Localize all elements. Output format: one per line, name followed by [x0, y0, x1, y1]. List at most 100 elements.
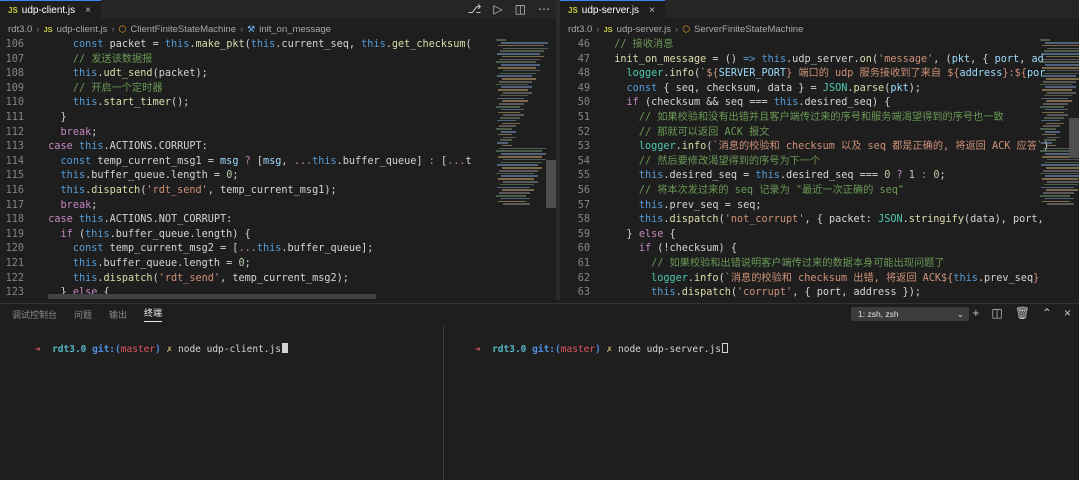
split-editor-icon[interactable]: ◫	[515, 2, 526, 16]
code-line[interactable]: 114 const temp_current_msg1 = msg ? [msg…	[0, 155, 472, 170]
code-line[interactable]: 63 this.dispatch('corrupt', { port, addr…	[560, 286, 1050, 300]
line-number[interactable]: 51	[560, 111, 602, 126]
close-icon[interactable]: ×	[649, 5, 655, 16]
line-number[interactable]: 118	[0, 213, 36, 228]
line-number[interactable]: 52	[560, 126, 602, 141]
line-number[interactable]: 116	[0, 184, 36, 199]
code-line[interactable]: 120 const temp_current_msg2 = [...this.b…	[0, 242, 472, 257]
breadcrumb-folder[interactable]: rdt3.0	[568, 24, 592, 35]
line-number[interactable]: 121	[0, 257, 36, 272]
line-number[interactable]: 111	[0, 111, 36, 126]
terminal-server[interactable]: ➜ rdt3.0 git:(master) ✗ node udp-server.…	[452, 332, 728, 366]
code-editor[interactable]: 46 // 接收消息 47 init_on_message = () => thi…	[560, 38, 1050, 300]
line-number[interactable]: 63	[560, 286, 602, 300]
add-terminal-icon[interactable]: +	[972, 306, 979, 320]
line-number[interactable]: 47	[560, 53, 602, 68]
breadcrumb-class[interactable]: ServerFiniteStateMachine	[694, 24, 803, 35]
code-line[interactable]: 110 this.start_timer();	[0, 96, 472, 111]
line-number[interactable]: 122	[0, 272, 36, 287]
code-line[interactable]: 51 // 如果校验和没有出错并且客户端传过来的序号和服务端渴望得到的序号也一致	[560, 111, 1050, 126]
line-number[interactable]: 57	[560, 199, 602, 214]
code-line[interactable]: 46 // 接收消息	[560, 38, 1050, 53]
line-number[interactable]: 106	[0, 38, 36, 53]
line-number[interactable]: 55	[560, 169, 602, 184]
code-line[interactable]: 112 break;	[0, 126, 472, 141]
terminal-split-divider[interactable]	[443, 326, 444, 480]
run-icon[interactable]: ▷	[493, 2, 502, 16]
tab-terminal[interactable]: 终端	[144, 306, 163, 322]
code-line[interactable]: 52 // 那就可以返回 ACK 报文	[560, 126, 1050, 141]
minimap[interactable]	[496, 38, 548, 300]
line-number[interactable]: 112	[0, 126, 36, 141]
horizontal-scrollbar[interactable]	[48, 294, 376, 299]
line-number[interactable]: 62	[560, 272, 602, 287]
more-icon[interactable]: ⋯	[538, 2, 550, 16]
line-number[interactable]: 109	[0, 82, 36, 97]
code-line[interactable]: 58 this.dispatch('not_corrupt', { packet…	[560, 213, 1050, 228]
code-line[interactable]: 49 const { seq, checksum, data } = JSON.…	[560, 82, 1050, 97]
code-line[interactable]: 60 if (!checksum) {	[560, 242, 1050, 257]
line-number[interactable]: 115	[0, 169, 36, 184]
line-number[interactable]: 110	[0, 96, 36, 111]
code-line[interactable]: 119 if (this.buffer_queue.length) {	[0, 228, 472, 243]
line-number[interactable]: 54	[560, 155, 602, 170]
tab-output[interactable]: 输出	[109, 308, 127, 321]
code-line[interactable]: 116 this.dispatch('rdt_send', temp_curre…	[0, 184, 472, 199]
line-number[interactable]: 61	[560, 257, 602, 272]
code-line[interactable]: 122 this.dispatch('rdt_send', temp_curre…	[0, 272, 472, 287]
code-line[interactable]: 109 // 开启一个定时器	[0, 82, 472, 97]
code-editor[interactable]: 106 const packet = this.make_pkt(this.cu…	[0, 38, 472, 300]
split-terminal-icon[interactable]: ◫	[991, 306, 1002, 320]
tab-udp-client[interactable]: JS udp-client.js ×	[0, 0, 101, 19]
code-line[interactable]: 111 }	[0, 111, 472, 126]
line-number[interactable]: 53	[560, 140, 602, 155]
code-line[interactable]: 113 case this.ACTIONS.CORRUPT:	[0, 140, 472, 155]
breadcrumb-class[interactable]: ClientFiniteStateMachine	[130, 24, 236, 35]
breadcrumb-file[interactable]: udp-client.js	[57, 24, 108, 35]
close-icon[interactable]: ×	[85, 5, 91, 16]
maximize-icon[interactable]: ⌃	[1042, 306, 1052, 320]
close-icon[interactable]: ×	[1064, 306, 1071, 320]
minimap[interactable]	[1040, 38, 1079, 300]
line-number[interactable]: 59	[560, 228, 602, 243]
code-line[interactable]: 121 this.buffer_queue.length = 0;	[0, 257, 472, 272]
code-line[interactable]: 50 if (checksum && seq === this.desired_…	[560, 96, 1050, 111]
code-line[interactable]: 108 this.udt_send(packet);	[0, 67, 472, 82]
vertical-scrollbar[interactable]	[1069, 118, 1079, 158]
line-number[interactable]: 123	[0, 286, 36, 300]
code-line[interactable]: 48 logger.info(`${SERVER_PORT} 端口的 udp 服…	[560, 67, 1050, 82]
line-number[interactable]: 119	[0, 228, 36, 243]
code-line[interactable]: 62 logger.info(`消息的校验和 checksum 出错, 将返回 …	[560, 272, 1050, 287]
breadcrumb-file[interactable]: udp-server.js	[617, 24, 671, 35]
code-line[interactable]: 53 logger.info(`消息的校验和 checksum 以及 seq 都…	[560, 140, 1050, 155]
line-number[interactable]: 48	[560, 67, 602, 82]
code-line[interactable]: 55 this.desired_seq = this.desired_seq =…	[560, 169, 1050, 184]
line-number[interactable]: 117	[0, 199, 36, 214]
code-line[interactable]: 106 const packet = this.make_pkt(this.cu…	[0, 38, 472, 53]
line-number[interactable]: 49	[560, 82, 602, 97]
terminal-client[interactable]: ➜ rdt3.0 git:(master) ✗ node udp-client.…	[12, 332, 288, 366]
line-number[interactable]: 114	[0, 155, 36, 170]
line-number[interactable]: 50	[560, 96, 602, 111]
code-line[interactable]: 54 // 然后要修改渴望得到的序号为下一个	[560, 155, 1050, 170]
breadcrumb-folder[interactable]: rdt3.0	[8, 24, 32, 35]
tab-udp-server[interactable]: JS udp-server.js ×	[560, 0, 665, 19]
line-number[interactable]: 120	[0, 242, 36, 257]
line-number[interactable]: 46	[560, 38, 602, 53]
source-control-icon[interactable]: ⎇	[468, 2, 482, 16]
code-line[interactable]: 107 // 发送该数据报	[0, 53, 472, 68]
code-line[interactable]: 59 } else {	[560, 228, 1050, 243]
code-line[interactable]: 56 // 将本次发过来的 seq 记录为 "最近一次正确的 seq"	[560, 184, 1050, 199]
terminal-select[interactable]: 1: zsh, zsh ⌄	[851, 307, 969, 321]
code-line[interactable]: 57 this.prev_seq = seq;	[560, 199, 1050, 214]
tab-problems[interactable]: 问题	[74, 308, 92, 321]
line-number[interactable]: 108	[0, 67, 36, 82]
code-line[interactable]: 117 break;	[0, 199, 472, 214]
line-number[interactable]: 56	[560, 184, 602, 199]
line-number[interactable]: 113	[0, 140, 36, 155]
breadcrumb-method[interactable]: init_on_message	[259, 24, 331, 35]
code-line[interactable]: 61 // 如果校验和出错说明客户端传过来的数据本身可能出现问题了	[560, 257, 1050, 272]
trash-icon[interactable]: 🗑	[1015, 306, 1030, 320]
code-line[interactable]: 118 case this.ACTIONS.NOT_CORRUPT:	[0, 213, 472, 228]
line-number[interactable]: 107	[0, 53, 36, 68]
